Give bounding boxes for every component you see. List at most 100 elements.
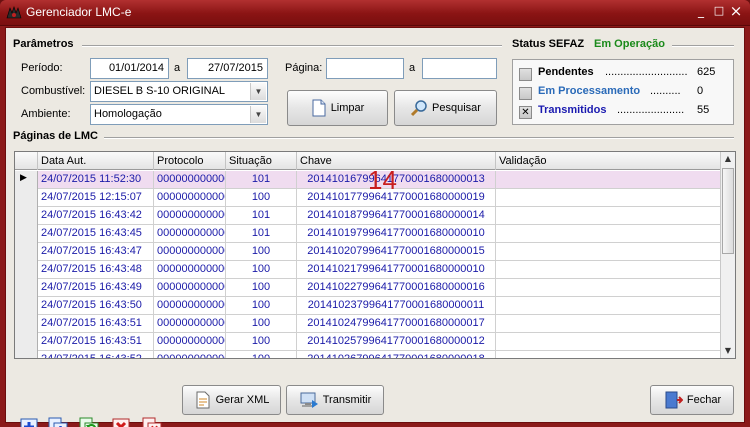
table-cell[interactable]: 000000000000000 [154, 189, 226, 207]
gerar-xml-button[interactable]: Gerar XML [182, 385, 281, 415]
table-cell[interactable]: 24/07/2015 16:43:42 [38, 207, 154, 225]
table-cell[interactable]: 000000000000000 [154, 279, 226, 297]
table-cell[interactable] [496, 261, 721, 279]
table-cell[interactable]: 20141019799641770001680000010 [297, 225, 496, 243]
delete-icon[interactable] [111, 417, 131, 427]
chevron-down-icon[interactable]: ▼ [250, 106, 266, 123]
table-cell[interactable]: 000000000000000 [154, 225, 226, 243]
pagina-end-input[interactable] [422, 58, 497, 79]
table-cell[interactable]: 100 [226, 279, 297, 297]
transmitir-button[interactable]: Transmitir [286, 385, 384, 415]
table-cell[interactable]: 24/07/2015 12:15:07 [38, 189, 154, 207]
table-row[interactable]: 24/07/2015 16:43:45000000000000000101201… [15, 225, 721, 243]
add-multiple-icon[interactable] [48, 417, 68, 427]
table-cell[interactable]: 100 [226, 315, 297, 333]
pagina-start-input[interactable] [326, 58, 404, 79]
limpar-button[interactable]: Limpar [287, 90, 388, 126]
periodo-end-input[interactable]: 27/07/2015 [187, 58, 268, 79]
fechar-button[interactable]: Fechar [650, 385, 734, 415]
row-indicator[interactable] [15, 297, 38, 315]
table-cell[interactable]: 24/07/2015 16:43:50 [38, 297, 154, 315]
table-cell[interactable]: 100 [226, 243, 297, 261]
add-icon[interactable] [19, 417, 39, 427]
table-row[interactable]: 24/07/2015 16:43:48000000000000000100201… [15, 261, 721, 279]
table-cell[interactable] [496, 207, 721, 225]
table-cell[interactable]: 24/07/2015 16:43:52 [38, 351, 154, 358]
table-row[interactable]: 24/07/2015 16:43:52000000000000000100201… [15, 351, 721, 358]
table-cell[interactable]: 000000000000000 [154, 315, 226, 333]
table-cell[interactable]: 000000000000000 [154, 261, 226, 279]
em-processamento-checkbox[interactable] [519, 87, 532, 100]
table-cell[interactable]: 000000000000000 [154, 297, 226, 315]
table-cell[interactable]: 20141018799641770001680000014 [297, 207, 496, 225]
row-indicator[interactable] [15, 351, 38, 358]
transmitidos-checkbox[interactable]: ✕ [519, 106, 532, 119]
table-cell[interactable] [496, 315, 721, 333]
delete-multiple-icon[interactable] [142, 417, 162, 427]
chevron-down-icon[interactable]: ▼ [250, 83, 266, 100]
table-cell[interactable] [496, 333, 721, 351]
scroll-up-icon[interactable]: ▲ [721, 152, 735, 166]
table-cell[interactable]: 100 [226, 333, 297, 351]
table-row[interactable]: 24/07/2015 16:43:51000000000000000100201… [15, 315, 721, 333]
table-cell[interactable]: 24/07/2015 16:43:45 [38, 225, 154, 243]
table-cell[interactable]: 24/07/2015 16:43:48 [38, 261, 154, 279]
table-row[interactable]: 24/07/2015 16:43:51000000000000000100201… [15, 333, 721, 351]
table-cell[interactable]: 000000000000000 [154, 243, 226, 261]
table-cell[interactable]: 24/07/2015 16:43:49 [38, 279, 154, 297]
row-indicator[interactable] [15, 261, 38, 279]
row-indicator[interactable]: ▶ [15, 171, 38, 189]
table-row[interactable]: 24/07/2015 16:43:42000000000000000101201… [15, 207, 721, 225]
refresh-icon[interactable] [79, 417, 99, 427]
col-situacao[interactable]: Situação [226, 152, 297, 170]
vertical-scrollbar[interactable]: ▲ ▼ [720, 152, 735, 358]
minimize-button[interactable]: _ [694, 4, 708, 18]
col-protocolo[interactable]: Protocolo [154, 152, 226, 170]
table-cell[interactable] [496, 225, 721, 243]
table-cell[interactable]: 20141022799641770001680000016 [297, 279, 496, 297]
table-cell[interactable] [496, 243, 721, 261]
periodo-start-input[interactable]: 01/01/2014 [90, 58, 169, 79]
table-cell[interactable]: 000000000000000 [154, 171, 226, 189]
row-indicator[interactable] [15, 243, 38, 261]
row-indicator[interactable] [15, 279, 38, 297]
table-row[interactable]: 24/07/2015 16:43:47000000000000000100201… [15, 243, 721, 261]
table-cell[interactable]: 20141020799641770001680000015 [297, 243, 496, 261]
title-bar[interactable]: Gerenciador LMC-e _ □ × [0, 0, 750, 26]
table-cell[interactable] [496, 189, 721, 207]
row-indicator[interactable] [15, 207, 38, 225]
table-cell[interactable]: 000000000000000 [154, 207, 226, 225]
row-indicator[interactable] [15, 333, 38, 351]
table-cell[interactable]: 000000000000000 [154, 333, 226, 351]
table-cell[interactable] [496, 351, 721, 358]
ambiente-select[interactable]: Homologação ▼ [90, 104, 268, 125]
table-cell[interactable] [496, 279, 721, 297]
table-row[interactable]: 24/07/2015 16:43:49000000000000000100201… [15, 279, 721, 297]
table-cell[interactable]: 000000000000000 [154, 351, 226, 358]
table-cell[interactable]: 24/07/2015 11:52:30 [38, 171, 154, 189]
table-cell[interactable]: 20141023799641770001680000011 [297, 297, 496, 315]
table-cell[interactable]: 100 [226, 261, 297, 279]
table-cell[interactable] [496, 171, 721, 189]
table-cell[interactable]: 24/07/2015 16:43:47 [38, 243, 154, 261]
pendentes-checkbox[interactable] [519, 68, 532, 81]
table-row[interactable]: 24/07/2015 16:43:50000000000000000100201… [15, 297, 721, 315]
close-button[interactable]: × [729, 4, 743, 19]
pesquisar-button[interactable]: Pesquisar [394, 90, 497, 126]
table-cell[interactable]: 101 [226, 171, 297, 189]
row-indicator[interactable] [15, 225, 38, 243]
table-cell[interactable]: 20141025799641770001680000012 [297, 333, 496, 351]
table-cell[interactable]: 101 [226, 207, 297, 225]
table-cell[interactable]: 24/07/2015 16:43:51 [38, 333, 154, 351]
col-validacao[interactable]: Validação [496, 152, 721, 170]
scroll-thumb[interactable] [722, 168, 734, 254]
maximize-button[interactable]: □ [712, 4, 726, 18]
row-indicator[interactable] [15, 189, 38, 207]
table-cell[interactable]: 20141021799641770001680000010 [297, 261, 496, 279]
table-cell[interactable]: 20141026799641770001680000018 [297, 351, 496, 358]
table-cell[interactable]: 100 [226, 351, 297, 358]
table-cell[interactable]: 20141024799641770001680000017 [297, 315, 496, 333]
table-cell[interactable]: 100 [226, 297, 297, 315]
col-data-aut[interactable]: Data Aut. [38, 152, 154, 170]
combustivel-select[interactable]: DIESEL B S-10 ORIGINAL ▼ [90, 81, 268, 102]
